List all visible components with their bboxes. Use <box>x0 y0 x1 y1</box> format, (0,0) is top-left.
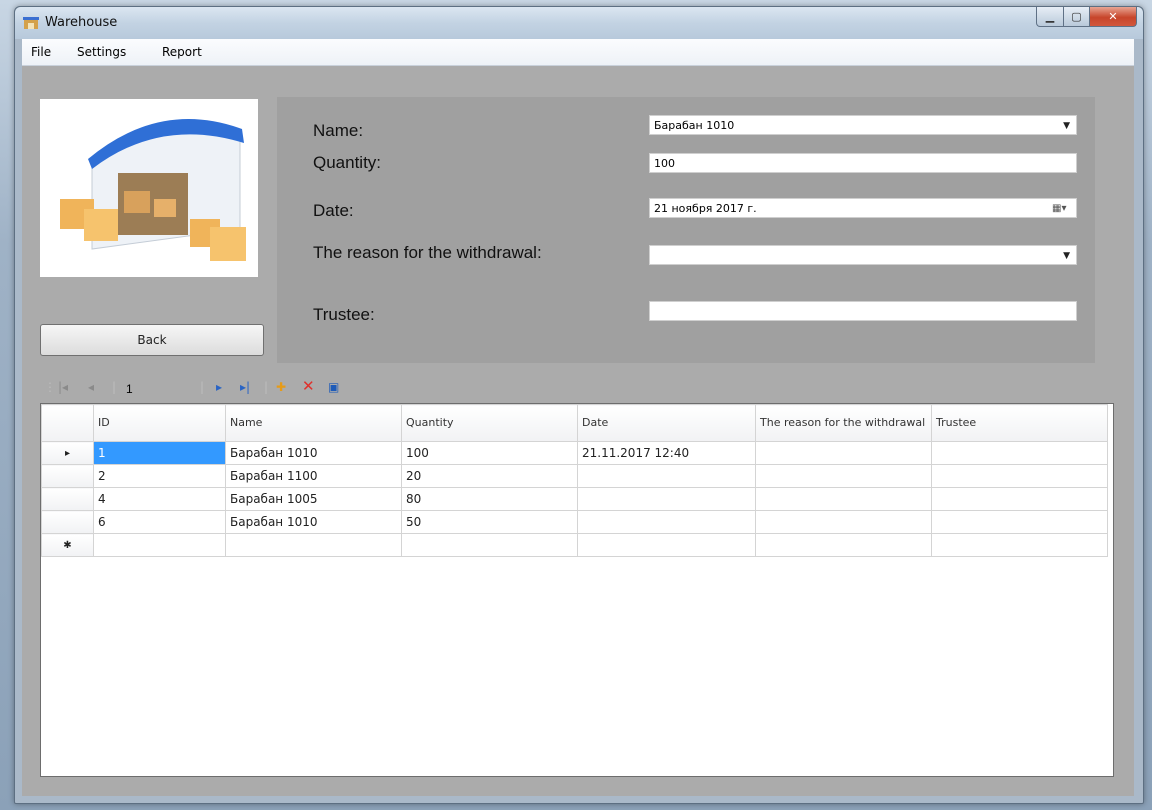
add-new-icon[interactable]: ✚ <box>276 380 286 394</box>
save-icon[interactable]: ▣ <box>328 380 339 394</box>
cell-name[interactable] <box>225 533 402 557</box>
title-bar[interactable]: Warehouse ▁ ▢ ✕ <box>15 7 1143 39</box>
window-controls: ▁ ▢ ✕ <box>1036 7 1137 27</box>
cell-reason[interactable] <box>755 464 932 488</box>
trustee-label: Trustee: <box>313 305 375 324</box>
form-panel: Name: Барабан 1010 ▼ Quantity: 100 Date:… <box>277 97 1095 363</box>
warehouse-window: Warehouse ▁ ▢ ✕ File Settings Report Bac… <box>14 6 1144 804</box>
cell-name[interactable]: Барабан 1010 <box>225 510 402 534</box>
date-label: Date: <box>313 201 354 220</box>
date-value: 21 ноября 2017 г. <box>654 202 757 215</box>
data-grid[interactable]: ID Name Quantity Date The reason for the… <box>40 403 1114 777</box>
column-header-id[interactable]: ID <box>93 404 226 442</box>
window-title: Warehouse <box>45 15 118 30</box>
cell-id[interactable] <box>93 533 226 557</box>
new-row-indicator[interactable]: ✱ <box>41 533 94 557</box>
column-header-quantity[interactable]: Quantity <box>401 404 578 442</box>
cell-trustee[interactable] <box>931 441 1108 465</box>
separator: | <box>200 380 205 394</box>
move-next-icon[interactable]: ▸ <box>216 380 222 394</box>
cell-reason[interactable] <box>755 510 932 534</box>
cell-trustee[interactable] <box>931 487 1108 511</box>
maximize-icon: ▢ <box>1071 10 1082 23</box>
cell-date[interactable] <box>577 510 756 534</box>
move-previous-icon[interactable]: ◂ <box>88 380 94 394</box>
cell-name[interactable]: Барабан 1010 <box>225 441 402 465</box>
reason-combobox[interactable]: ▼ <box>649 245 1077 265</box>
cell-id[interactable]: 2 <box>93 464 226 488</box>
client-area: File Settings Report Back Name: Барабан … <box>22 39 1134 796</box>
cell-quantity[interactable] <box>401 533 578 557</box>
cell-trustee[interactable] <box>931 533 1108 557</box>
menu-settings[interactable]: Settings <box>77 45 126 59</box>
menu-file[interactable]: File <box>31 45 51 59</box>
current-row-indicator[interactable]: ▸ <box>41 441 94 465</box>
position-input[interactable] <box>124 379 188 399</box>
table-row[interactable]: 2 Барабан 1100 20 <box>41 464 1108 488</box>
minimize-button[interactable]: ▁ <box>1036 7 1064 27</box>
row-header-corner[interactable] <box>41 404 94 442</box>
new-row[interactable]: ✱ <box>41 533 1108 557</box>
row-header[interactable] <box>41 464 94 488</box>
cell-quantity[interactable]: 20 <box>401 464 578 488</box>
warehouse-image <box>40 99 258 277</box>
move-last-icon[interactable]: ▸| <box>240 380 250 394</box>
minimize-icon: ▁ <box>1045 10 1055 23</box>
separator: | <box>112 380 117 394</box>
table-row[interactable]: 4 Барабан 1005 80 <box>41 487 1108 511</box>
cell-id[interactable]: 6 <box>93 510 226 534</box>
name-label: Name: <box>313 121 364 140</box>
cell-name[interactable]: Барабан 1100 <box>225 464 402 488</box>
cell-quantity[interactable]: 80 <box>401 487 578 511</box>
cell-quantity[interactable]: 50 <box>401 510 578 534</box>
cell-id[interactable]: 4 <box>93 487 226 511</box>
row-header[interactable] <box>41 510 94 534</box>
cell-reason[interactable] <box>755 441 932 465</box>
warehouse-icon <box>60 119 246 261</box>
column-header-reason[interactable]: The reason for the withdrawal <box>755 404 932 442</box>
cell-date[interactable] <box>577 533 756 557</box>
quantity-input[interactable]: 100 <box>649 153 1077 173</box>
binding-navigator: ⋮ |◂ ◂ | | ▸ ▸| | ✚ ✕ ▣ <box>40 377 360 401</box>
reason-label: The reason for the withdrawal: <box>313 243 542 262</box>
cell-quantity[interactable]: 100 <box>401 441 578 465</box>
cell-name[interactable]: Барабан 1005 <box>225 487 402 511</box>
column-header-date[interactable]: Date <box>577 404 756 442</box>
date-picker[interactable]: 21 ноября 2017 г. ▦▾ <box>649 198 1077 218</box>
app-icon <box>23 17 39 29</box>
cell-reason[interactable] <box>755 533 932 557</box>
close-button[interactable]: ✕ <box>1090 7 1137 27</box>
cell-reason[interactable] <box>755 487 932 511</box>
separator: | <box>264 380 269 394</box>
cell-id[interactable]: 1 <box>93 441 226 465</box>
menu-bar: File Settings Report <box>22 39 1134 66</box>
grip-icon: ⋮ <box>44 380 56 394</box>
cell-date[interactable] <box>577 464 756 488</box>
table-row[interactable]: 6 Барабан 1010 50 <box>41 510 1108 534</box>
name-value: Барабан 1010 <box>654 119 735 132</box>
cell-date[interactable] <box>577 487 756 511</box>
back-button[interactable]: Back <box>40 324 264 356</box>
calendar-icon[interactable]: ▦▾ <box>1052 202 1072 215</box>
column-header-trustee[interactable]: Trustee <box>931 404 1108 442</box>
move-first-icon[interactable]: |◂ <box>58 380 68 394</box>
chevron-down-icon: ▼ <box>1063 121 1070 131</box>
name-combobox[interactable]: Барабан 1010 ▼ <box>649 115 1077 135</box>
row-header[interactable] <box>41 487 94 511</box>
maximize-button[interactable]: ▢ <box>1064 7 1090 27</box>
delete-icon[interactable]: ✕ <box>302 377 315 395</box>
menu-report[interactable]: Report <box>162 45 202 59</box>
trustee-input[interactable] <box>649 301 1077 321</box>
table-row[interactable]: ▸ 1 Барабан 1010 100 21.11.2017 12:40 <box>41 441 1108 465</box>
quantity-label: Quantity: <box>313 153 382 172</box>
chevron-down-icon: ▼ <box>1063 251 1070 261</box>
grid-header-row: ID Name Quantity Date The reason for the… <box>41 404 1108 442</box>
quantity-value: 100 <box>654 157 675 170</box>
cell-date[interactable]: 21.11.2017 12:40 <box>577 441 756 465</box>
cell-trustee[interactable] <box>931 510 1108 534</box>
cell-trustee[interactable] <box>931 464 1108 488</box>
close-icon: ✕ <box>1108 10 1118 23</box>
column-header-name[interactable]: Name <box>225 404 402 442</box>
